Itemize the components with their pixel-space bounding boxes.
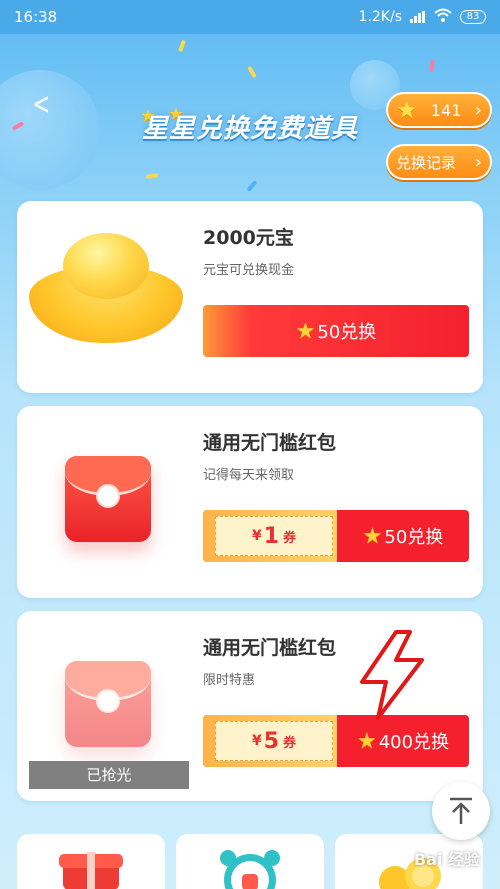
star-count: 141 [430,100,462,120]
status-bar: 16:38 1.2K/s 83 [0,0,500,34]
reward-card-ingot: 2000元宝 元宝可兑换现金 ★ 50兑换 [17,201,483,393]
star-icon: ★ [396,96,418,124]
exchange-history-button[interactable]: 兑换记录 › [386,144,492,180]
red-envelope-image [65,661,151,747]
exchange-button-label: 50兑换 [384,527,444,548]
star-icon: ★ [295,318,316,344]
reward-subtitle: 记得每天来领取 [203,468,295,483]
exchange-button[interactable]: ¥ 1 券 ★ 50兑换 [203,510,469,562]
exchange-history-label: 兑换记录 [396,153,457,172]
confetti-decoration [145,172,159,180]
coupon-unit: 券 [283,735,297,751]
star-icon: ★ [356,728,377,754]
sold-out-badge: 已抢光 [29,761,189,789]
page-title: 星星兑换免费道具 [141,114,358,144]
confetti-decoration [247,65,257,79]
back-to-top-button[interactable] [432,782,490,840]
star-balance-button[interactable]: ★ 141 › [386,92,492,128]
exchange-button[interactable]: ¥ 5 券 ★ 400兑换 [203,715,469,767]
reward-subtitle: 限时特惠 [203,673,256,688]
coupon-ticket: ¥ 1 券 [215,516,333,556]
coupon-currency: ¥ [251,733,262,749]
chevron-right-icon: › [474,99,482,121]
exchange-button-label: 400兑换 [378,732,450,753]
exchange-button[interactable]: ★ 50兑换 [203,305,469,357]
battery-icon: 83 [460,10,486,24]
alarm-clock-icon [220,850,280,889]
status-indicators: 1.2K/s 83 [359,8,486,26]
reward-subtitle: 元宝可兑换现金 [203,263,295,278]
exchange-button-label: 50兑换 [317,322,377,343]
gift-box-icon [59,852,123,889]
reward-title: 通用无门槛红包 [203,637,337,659]
coupon-ticket: ¥ 5 券 [215,721,333,761]
status-time: 16:38 [14,8,58,26]
chevron-right-icon: › [474,151,482,173]
confetti-decoration [428,59,436,73]
coupon-value: 1 [263,523,280,549]
signal-icon [410,11,426,23]
red-envelope-image [65,456,151,542]
coupon-value: 5 [263,728,280,754]
reward-card-preview[interactable] [17,834,165,889]
network-speed: 1.2K/s [358,9,402,25]
gold-ingot-image [29,229,183,349]
wifi-icon [434,8,452,26]
confetti-decoration [178,39,186,53]
watermark-logo: Bai 经验 [413,850,480,869]
reward-title: 通用无门槛红包 [203,432,337,454]
reward-card-preview[interactable] [176,834,324,889]
coupon-unit: 券 [283,530,297,546]
reward-card-red-packet: 通用无门槛红包 记得每天来领取 ¥ 1 券 ★ 50兑换 [17,406,483,598]
lightning-annotation-icon [360,630,424,720]
star-icon: ★ [362,523,383,549]
reward-title: 2000元宝 [203,227,294,249]
back-chevron-icon[interactable]: < [33,88,54,124]
confetti-decoration [246,180,258,192]
arrow-up-icon [450,797,472,824]
coupon-currency: ¥ [251,528,262,544]
